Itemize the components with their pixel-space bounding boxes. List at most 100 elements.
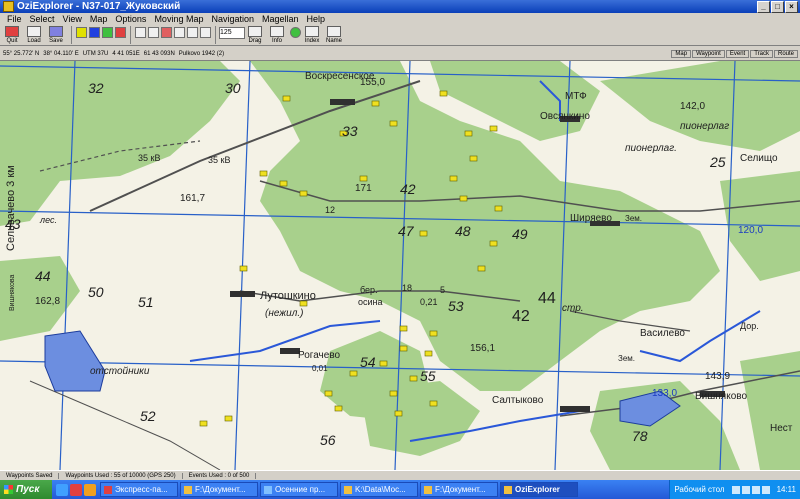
waypoint-marker[interactable] (477, 265, 486, 272)
waypoint-marker[interactable] (324, 390, 333, 397)
waypoint-marker[interactable] (424, 350, 433, 357)
waypoint-marker[interactable] (279, 180, 288, 187)
maximize-button[interactable]: □ (771, 0, 784, 13)
ozi-icon (504, 485, 512, 494)
waypoint-marker[interactable] (394, 410, 403, 417)
waypoint-marker[interactable] (259, 170, 268, 177)
task-folder-3[interactable]: F:\Документ... (420, 482, 498, 497)
menu-moving-map[interactable]: Moving Map (151, 14, 206, 24)
event-mode-button[interactable]: Event (725, 49, 750, 58)
event-tool-icon[interactable] (89, 27, 100, 38)
waypoint-marker[interactable] (419, 230, 428, 237)
name-icon (327, 26, 341, 37)
tray-icon[interactable] (741, 485, 750, 494)
menu-help[interactable]: Help (304, 14, 329, 24)
waypoint-marker[interactable] (224, 415, 233, 422)
opera-icon[interactable] (70, 483, 82, 496)
waypoint-mode-button[interactable]: Waypoint (692, 49, 725, 58)
task-folder-2[interactable]: K:\Data\Мос... (340, 482, 418, 497)
list-tool-icon[interactable] (200, 27, 211, 38)
save-button[interactable]: Save (46, 24, 66, 45)
map-label: 156,1 (470, 343, 495, 354)
track-tool-icon[interactable] (102, 27, 113, 38)
waypoint-marker[interactable] (449, 175, 458, 182)
menu-view[interactable]: View (60, 14, 85, 24)
waypoint-marker[interactable] (389, 120, 398, 127)
waypoint-marker[interactable] (389, 390, 398, 397)
navigate-icon[interactable] (290, 27, 301, 38)
explorer-icon[interactable] (84, 483, 96, 496)
opera-icon (104, 485, 112, 494)
load-button[interactable]: Load (24, 24, 44, 45)
task-ozi-explorer[interactable]: OziExplorer (500, 482, 578, 497)
waypoint-marker[interactable] (349, 370, 358, 377)
tray-icon[interactable] (751, 485, 760, 494)
map-label: Вишнякова (9, 274, 16, 311)
map-label: Сельвачево 3 км (5, 165, 17, 251)
menu-navigation[interactable]: Navigation (208, 14, 257, 24)
waypoint-marker[interactable] (459, 195, 468, 202)
map-canvas[interactable]: 32 30 Воскресенское Сельвачево 3 км 155,… (0, 61, 800, 470)
drag-button[interactable]: Drag (245, 24, 265, 45)
window-title: OziExplorer - N37-017_Жуковский (17, 1, 181, 12)
grid-tool-icon[interactable] (135, 27, 146, 38)
menu-file[interactable]: File (4, 14, 25, 24)
waypoint-marker[interactable] (359, 175, 368, 182)
task-autumn[interactable]: Осенние пр... (260, 482, 338, 497)
info-button[interactable]: Info (267, 24, 287, 45)
route-tool-icon[interactable] (115, 27, 126, 38)
waypoint-marker[interactable] (409, 375, 418, 382)
name-button[interactable]: Name (324, 24, 344, 45)
folder-icon (344, 485, 352, 494)
edit-tool-icon[interactable] (174, 27, 185, 38)
waypoint-marker[interactable] (439, 90, 448, 97)
waypoint-marker[interactable] (489, 240, 498, 247)
waypoint-marker[interactable] (399, 345, 408, 352)
waypoint-marker[interactable] (282, 95, 291, 102)
close-button[interactable]: × (785, 0, 798, 13)
tray-icon[interactable] (761, 485, 770, 494)
waypoint-marker[interactable] (489, 125, 498, 132)
waypoint-marker[interactable] (199, 420, 208, 427)
menu-map[interactable]: Map (87, 14, 111, 24)
task-folder-1[interactable]: F:\Документ... (180, 482, 258, 497)
easting: 4 41 051E (112, 50, 140, 57)
move-tool-icon[interactable] (187, 27, 198, 38)
app-icon (3, 1, 14, 12)
menu-magellan[interactable]: Magellan (259, 14, 302, 24)
building (280, 348, 300, 354)
waypoint-marker[interactable] (299, 190, 308, 197)
tray-icon[interactable] (731, 485, 740, 494)
minimize-button[interactable]: _ (757, 0, 770, 13)
desktop-toolbar[interactable]: Рабочий стол (674, 485, 724, 494)
waypoint-marker[interactable] (399, 325, 408, 332)
map-mode-button[interactable]: Map (671, 49, 692, 58)
waypoint-marker[interactable] (239, 265, 248, 272)
route-mode-button[interactable]: Route (773, 49, 798, 58)
track-mode-button[interactable]: Track (750, 49, 773, 58)
waypoint-marker[interactable] (494, 205, 503, 212)
waypoint-marker[interactable] (429, 400, 438, 407)
map-label: 42 (512, 308, 530, 325)
task-opera[interactable]: Экспресс-па... (100, 482, 178, 497)
waypoint-marker[interactable] (334, 405, 343, 412)
index-button[interactable]: Index (302, 24, 322, 45)
waypoint-tool-icon[interactable] (76, 27, 87, 38)
waypoint-marker[interactable] (371, 100, 380, 107)
quit-button[interactable]: Quit (2, 24, 22, 45)
delete-tool-icon[interactable] (161, 27, 172, 38)
waypoint-marker[interactable] (429, 330, 438, 337)
ie-icon[interactable] (56, 483, 68, 496)
waypoint-marker[interactable] (464, 130, 473, 137)
start-button[interactable]: Пуск (0, 480, 52, 499)
menu-select[interactable]: Select (27, 14, 58, 24)
map-label: Салтыково (492, 395, 544, 406)
map-label: 78 (632, 428, 648, 444)
menu-options[interactable]: Options (112, 14, 149, 24)
building (230, 291, 255, 297)
mark-tool-icon[interactable] (148, 27, 159, 38)
map-label: 54 (360, 354, 376, 370)
waypoint-marker[interactable] (469, 155, 478, 162)
zoom-select[interactable]: 125 (219, 27, 245, 39)
waypoint-marker[interactable] (379, 360, 388, 367)
